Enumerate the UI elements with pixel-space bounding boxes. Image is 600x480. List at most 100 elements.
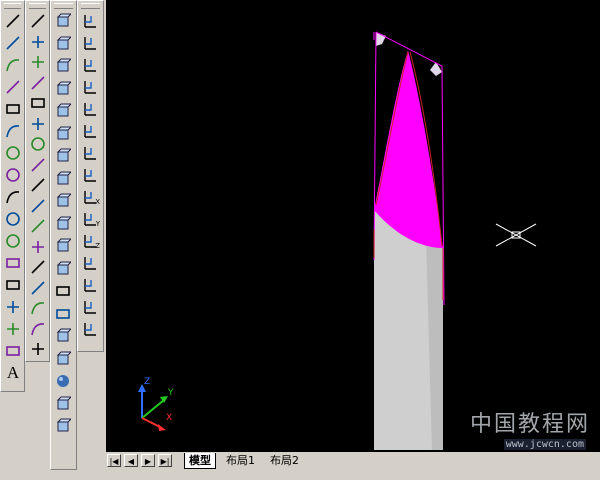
trim-icon[interactable] bbox=[28, 196, 48, 216]
ellipse-arc-icon-glyph bbox=[6, 234, 20, 248]
ucs-apply-icon[interactable] bbox=[80, 253, 100, 273]
ucs-manager-icon-glyph bbox=[84, 301, 96, 314]
break-at-point-icon[interactable] bbox=[28, 237, 48, 257]
layout-tab[interactable]: 模型 bbox=[184, 453, 216, 469]
join-icon[interactable] bbox=[28, 278, 48, 298]
ucs-zaxis-icon[interactable] bbox=[80, 143, 100, 163]
ucs-settings-icon[interactable] bbox=[80, 319, 100, 339]
se-iso-icon[interactable] bbox=[53, 191, 73, 211]
point-icon-glyph bbox=[7, 301, 19, 313]
toolbar-grip[interactable] bbox=[81, 3, 100, 9]
ucs-settings-icon-glyph bbox=[84, 323, 96, 336]
explode-icon-glyph bbox=[32, 343, 44, 355]
left-view-icon[interactable] bbox=[53, 79, 73, 99]
prev-tab-button[interactable]: ◀ bbox=[124, 454, 138, 467]
make-block-icon-glyph bbox=[6, 280, 20, 290]
toolbar-grip[interactable] bbox=[54, 3, 73, 9]
erase-icon[interactable] bbox=[28, 11, 48, 31]
cone-icon[interactable] bbox=[53, 416, 73, 436]
layout-tab[interactable]: 布局1 bbox=[226, 453, 255, 468]
region-render-icon[interactable] bbox=[53, 281, 73, 301]
rectangle-icon[interactable] bbox=[3, 99, 23, 119]
last-tab-button[interactable]: ▶| bbox=[158, 454, 172, 467]
toolbar-grip[interactable] bbox=[4, 3, 21, 9]
line-icon[interactable] bbox=[3, 11, 23, 31]
move-icon[interactable] bbox=[28, 114, 48, 134]
point-icon[interactable] bbox=[3, 297, 23, 317]
multiline-text-tool[interactable]: A bbox=[3, 363, 23, 383]
ucs-origin-icon-glyph bbox=[84, 125, 96, 138]
right-view-icon[interactable] bbox=[53, 101, 73, 121]
ucs-origin-icon[interactable] bbox=[80, 121, 100, 141]
wire-cube-icon[interactable] bbox=[53, 326, 73, 346]
spline-icon[interactable] bbox=[3, 187, 23, 207]
watermark-url: www.jcwcn.com bbox=[503, 439, 586, 450]
ellipse-icon[interactable] bbox=[3, 209, 23, 229]
mirror-icon[interactable] bbox=[28, 52, 48, 72]
front-view-icon[interactable] bbox=[53, 124, 73, 144]
chamfer-icon[interactable] bbox=[28, 298, 48, 318]
arc-icon[interactable] bbox=[3, 121, 23, 141]
camera-icon[interactable] bbox=[53, 259, 73, 279]
tool-palette-icon[interactable] bbox=[53, 304, 73, 324]
next-tab-button[interactable]: ▶ bbox=[141, 454, 155, 467]
toolbar-grip[interactable] bbox=[29, 3, 46, 9]
ellipse-arc-icon[interactable] bbox=[3, 231, 23, 251]
offset-icon-glyph bbox=[31, 75, 45, 90]
region-icon-glyph bbox=[6, 346, 20, 356]
tool-palette-icon-glyph bbox=[56, 308, 70, 319]
ucs-object-icon[interactable] bbox=[80, 77, 100, 97]
bottom-view-icon[interactable] bbox=[53, 56, 73, 76]
polyline-icon[interactable] bbox=[3, 55, 23, 75]
wire-cube-icon-glyph bbox=[56, 328, 71, 342]
ucs-z-icon[interactable]: Z bbox=[80, 231, 100, 251]
top-view-icon[interactable] bbox=[53, 34, 73, 54]
ucs-face-icon[interactable] bbox=[80, 55, 100, 75]
box-icon[interactable] bbox=[53, 394, 73, 414]
ucs-y-icon[interactable]: Y bbox=[80, 209, 100, 229]
offset-icon[interactable] bbox=[28, 73, 48, 93]
ucs-x-icon[interactable]: X bbox=[80, 187, 100, 207]
named-views-icon[interactable] bbox=[53, 11, 73, 31]
magenta-surface bbox=[374, 50, 443, 248]
ne-iso-icon[interactable] bbox=[53, 214, 73, 234]
cone-icon-glyph bbox=[56, 418, 71, 432]
stretch-icon[interactable] bbox=[28, 175, 48, 195]
back-view-icon[interactable] bbox=[53, 146, 73, 166]
drawing-viewport[interactable]: Z Y X 中国教程网 www.jcwcn.com bbox=[106, 0, 600, 452]
scale-icon[interactable] bbox=[28, 155, 48, 175]
hatch-icon[interactable] bbox=[3, 319, 23, 339]
tip-right bbox=[430, 62, 442, 76]
construction-line-icon[interactable] bbox=[3, 33, 23, 53]
copy-icon[interactable] bbox=[28, 32, 48, 52]
fillet-icon[interactable] bbox=[28, 319, 48, 339]
ucs-3point-icon[interactable] bbox=[80, 165, 100, 185]
ucs-view-icon[interactable] bbox=[80, 99, 100, 119]
array-icon[interactable] bbox=[28, 93, 48, 113]
trim-icon-glyph bbox=[31, 198, 45, 213]
ucs-icon[interactable] bbox=[80, 11, 100, 31]
polygon-icon[interactable] bbox=[3, 77, 23, 97]
named-ucs-icon[interactable] bbox=[80, 275, 100, 295]
extend-icon[interactable] bbox=[28, 216, 48, 236]
nw-iso-icon[interactable] bbox=[53, 236, 73, 256]
move-icon-glyph bbox=[32, 117, 44, 130]
explode-icon[interactable] bbox=[28, 339, 48, 359]
sphere-icon[interactable] bbox=[53, 371, 73, 391]
ucs-manager-icon[interactable] bbox=[80, 297, 100, 317]
draw-toolbar: A bbox=[0, 0, 25, 392]
named-views-icon-glyph bbox=[56, 13, 71, 27]
ucs-previous-icon[interactable] bbox=[80, 33, 100, 53]
sw-iso-icon[interactable] bbox=[53, 169, 73, 189]
break-icon[interactable] bbox=[28, 257, 48, 277]
solid-box-icon[interactable] bbox=[53, 349, 73, 369]
revision-cloud-icon[interactable] bbox=[3, 165, 23, 185]
ne-iso-icon-glyph bbox=[56, 216, 71, 229]
make-block-icon[interactable] bbox=[3, 275, 23, 295]
region-icon[interactable] bbox=[3, 341, 23, 361]
layout-tab[interactable]: 布局2 bbox=[270, 453, 299, 468]
first-tab-button[interactable]: |◀ bbox=[107, 454, 121, 467]
circle-icon[interactable] bbox=[3, 143, 23, 163]
insert-block-icon[interactable] bbox=[3, 253, 23, 273]
rotate-icon[interactable] bbox=[28, 134, 48, 154]
